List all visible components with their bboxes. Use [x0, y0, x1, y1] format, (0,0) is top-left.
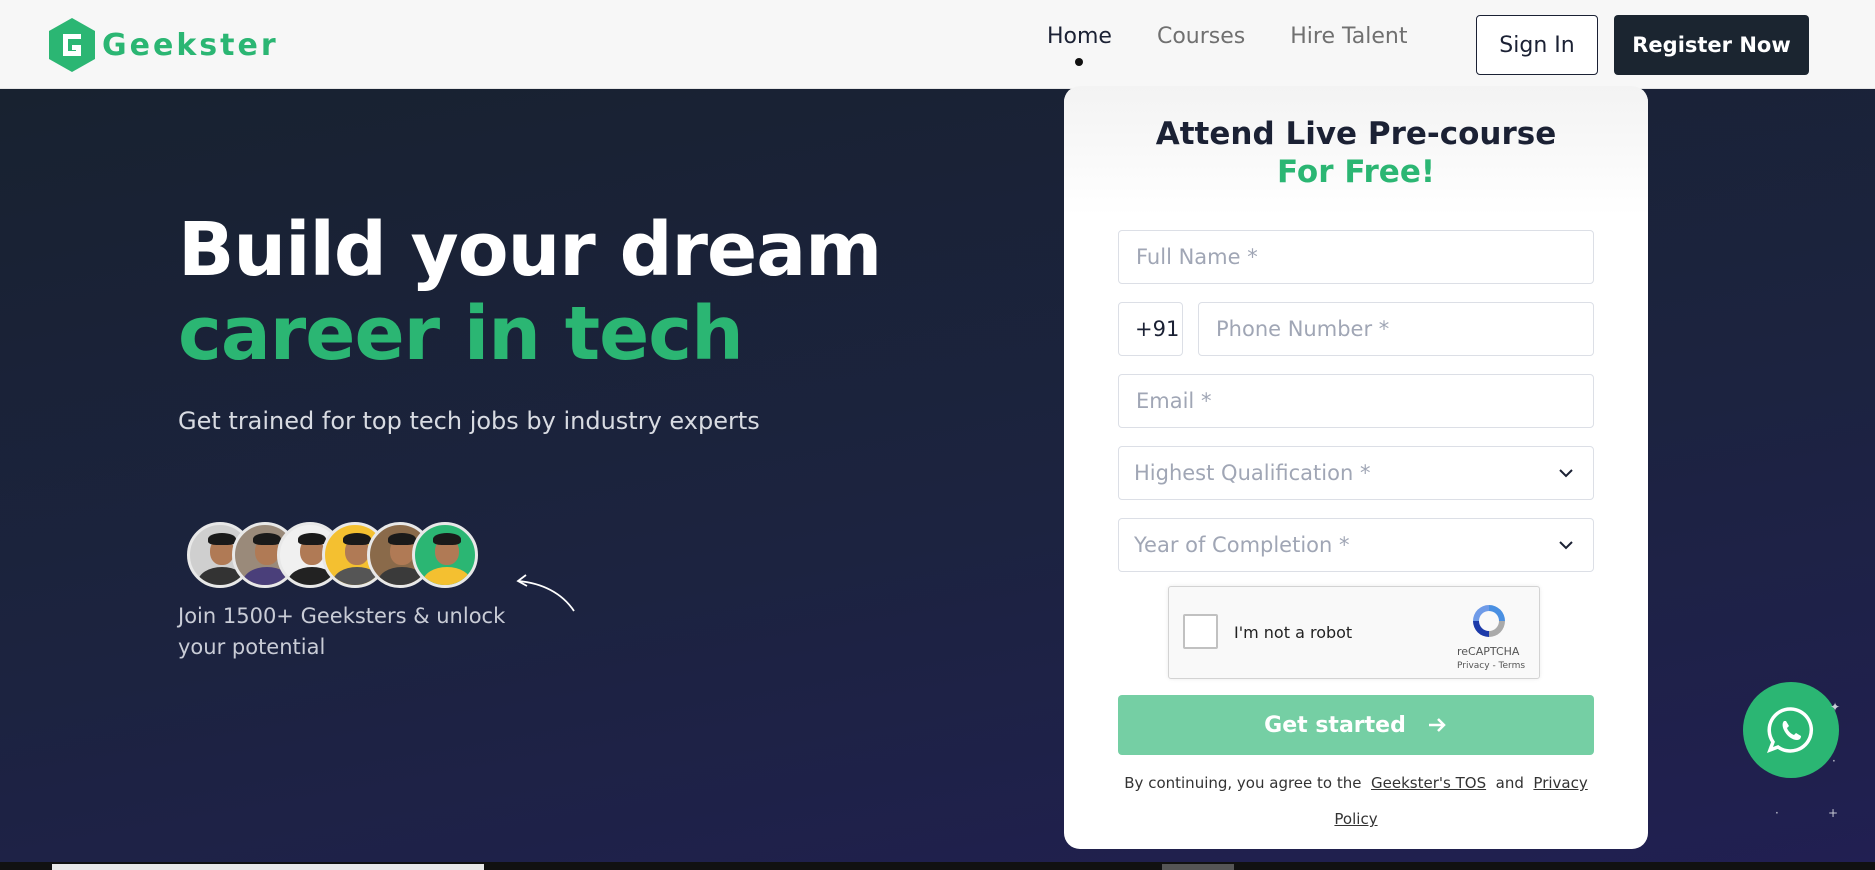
- register-now-button[interactable]: Register Now: [1614, 15, 1809, 75]
- chevron-down-icon: [1559, 469, 1573, 478]
- qualification-select[interactable]: Highest Qualification *: [1118, 446, 1594, 500]
- full-name-placeholder: Full Name *: [1136, 245, 1258, 269]
- hero-title-line1: Build your dream: [178, 207, 882, 293]
- bottom-scroll-bar-segment: [1162, 864, 1234, 870]
- email-placeholder: Email *: [1136, 389, 1212, 413]
- form-title: Attend Live Pre-course: [1155, 116, 1557, 152]
- country-code-select[interactable]: +91: [1118, 302, 1183, 356]
- nav-hire-talent[interactable]: Hire Talent: [1290, 24, 1407, 49]
- decorative-sparkle: ✦: [1830, 700, 1841, 714]
- main-nav: Home Courses Hire Talent: [1047, 24, 1453, 66]
- join-text: Join 1500+ Geeksters & unlock your poten…: [178, 604, 506, 659]
- avatar: [412, 522, 478, 588]
- recaptcha-checkbox[interactable]: [1183, 614, 1218, 649]
- site-header: Geekster Home Courses Hire Talent Sign I…: [0, 0, 1875, 89]
- recaptcha-brand: reCAPTCHA: [1457, 645, 1520, 658]
- whatsapp-chat-button[interactable]: [1743, 682, 1839, 778]
- hero-title-line2: career in tech: [178, 291, 744, 377]
- decorative-sparkle: +: [1828, 806, 1839, 820]
- terms-prefix: By continuing, you agree to the: [1124, 774, 1362, 792]
- logo[interactable]: Geekster: [48, 18, 279, 72]
- form-subtitle: For Free!: [1277, 154, 1435, 190]
- nav-courses[interactable]: Courses: [1157, 24, 1245, 49]
- full-name-input[interactable]: Full Name *: [1118, 230, 1594, 284]
- email-input[interactable]: Email *: [1118, 374, 1594, 428]
- phone-number-input[interactable]: Phone Number *: [1198, 302, 1594, 356]
- get-started-label: Get started: [1264, 712, 1406, 738]
- recaptcha-widget: I'm not a robot reCAPTCHA Privacy - Term…: [1168, 586, 1540, 679]
- country-code-value: +91: [1135, 317, 1180, 341]
- whatsapp-icon: [1767, 707, 1814, 753]
- terms-text: By continuing, you agree to the Geekster…: [1118, 765, 1594, 837]
- terms-and: and: [1495, 774, 1524, 792]
- bottom-scroll-bar: [52, 864, 484, 870]
- nav-home[interactable]: Home: [1047, 24, 1112, 66]
- qualification-placeholder: Highest Qualification *: [1134, 461, 1371, 485]
- hero-subtitle: Get trained for top tech jobs by industr…: [178, 407, 760, 435]
- recaptcha-label: I'm not a robot: [1234, 623, 1353, 642]
- get-started-button[interactable]: Get started: [1118, 695, 1594, 755]
- sign-in-button[interactable]: Sign In: [1476, 15, 1598, 75]
- phone-placeholder: Phone Number *: [1216, 317, 1390, 341]
- recaptcha-links[interactable]: Privacy - Terms: [1457, 661, 1525, 671]
- decorative-sparkle: ·: [1775, 806, 1779, 820]
- year-of-completion-select[interactable]: Year of Completion *: [1118, 518, 1594, 572]
- curved-arrow-icon: [516, 574, 575, 612]
- tos-link[interactable]: Geekster's TOS: [1371, 774, 1486, 792]
- year-placeholder: Year of Completion *: [1134, 533, 1350, 557]
- arrow-right-icon: [1428, 718, 1446, 732]
- recaptcha-icon: [1473, 605, 1505, 637]
- decorative-sparkle: ·: [1832, 754, 1836, 768]
- geekster-logo-icon: [49, 18, 95, 72]
- chevron-down-icon: [1559, 541, 1573, 550]
- precourse-form-card: Attend Live Pre-course For Free! Full Na…: [1064, 86, 1648, 849]
- learner-avatars: [187, 522, 487, 588]
- logo-text: Geekster: [102, 27, 279, 63]
